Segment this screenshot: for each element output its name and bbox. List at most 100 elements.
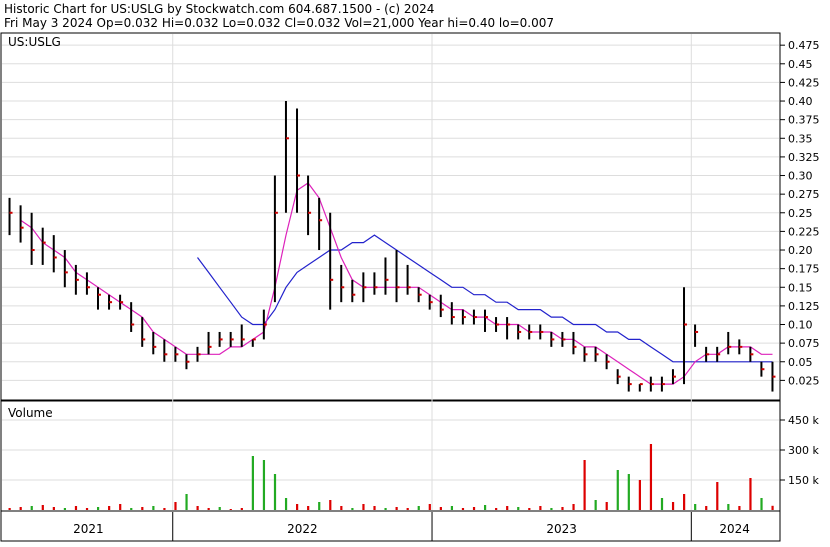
volume-bar bbox=[395, 507, 398, 510]
volume-bar bbox=[163, 508, 166, 510]
volume-bar bbox=[749, 478, 752, 510]
volume-bar bbox=[550, 508, 553, 510]
time-axis bbox=[0, 510, 781, 542]
volume-bar bbox=[561, 507, 564, 510]
volume-bar bbox=[694, 504, 697, 510]
volume-bar bbox=[41, 505, 44, 510]
volume-bar bbox=[450, 506, 454, 510]
price-tick-label: 0.325 bbox=[788, 151, 820, 164]
price-tick-label: 0.475 bbox=[788, 39, 820, 52]
volume-bar bbox=[229, 509, 232, 510]
price-tick-label: 0.05 bbox=[788, 356, 813, 369]
price-tick-label: 0.30 bbox=[788, 170, 813, 183]
volume-bar bbox=[119, 504, 122, 510]
volume-bar bbox=[362, 504, 365, 510]
volume-bar bbox=[472, 507, 476, 510]
price-tick-label: 0.40 bbox=[788, 95, 813, 108]
volume-bar bbox=[351, 508, 354, 510]
stock-chart: Historic Chart for US:USLG by Stockwatch… bbox=[0, 0, 830, 543]
price-tick-label: 0.10 bbox=[788, 319, 813, 332]
volume-bar bbox=[340, 506, 343, 510]
volume-bar bbox=[329, 500, 332, 510]
volume-bar bbox=[572, 504, 575, 510]
volume-bar bbox=[262, 460, 266, 510]
volume-bar bbox=[605, 502, 608, 510]
volume-bar bbox=[207, 508, 210, 510]
volume-bar bbox=[373, 506, 376, 510]
volume-bar bbox=[428, 504, 431, 510]
price-tick-label: 0.075 bbox=[788, 337, 820, 350]
y-axis: 0.475 0.45 0.425 0.40 0.375 0.35 0.325 0.30 0.27… bbox=[780, 39, 820, 487]
volume-bar bbox=[738, 506, 741, 510]
volume-bar bbox=[318, 502, 321, 510]
volume-bar bbox=[705, 506, 708, 510]
volume-bar bbox=[671, 502, 675, 510]
price-panel-label: US:USLG bbox=[8, 35, 61, 49]
price-tick-label: 0.15 bbox=[788, 281, 813, 294]
volume-bar bbox=[240, 508, 243, 510]
volume-bar bbox=[406, 508, 409, 510]
volume-bar bbox=[30, 506, 33, 510]
volume-tick-label: 150 k bbox=[788, 474, 819, 487]
price-panel bbox=[0, 32, 781, 401]
volume-bar bbox=[307, 506, 310, 510]
volume-bar bbox=[483, 505, 487, 510]
volume-bar bbox=[384, 508, 387, 510]
volume-bar bbox=[8, 508, 11, 510]
volume-bar bbox=[760, 498, 763, 510]
volume-bar bbox=[108, 506, 111, 510]
volume-bar bbox=[594, 500, 597, 510]
price-tick-label: 0.20 bbox=[788, 244, 813, 257]
volume-panel-label: Volume bbox=[8, 406, 53, 420]
volume-bar bbox=[506, 506, 509, 510]
volume-bar bbox=[251, 456, 254, 510]
volume-bar bbox=[627, 474, 630, 510]
volume-tick-label: 450 k bbox=[788, 414, 819, 427]
price-tick-label: 0.275 bbox=[788, 188, 820, 201]
price-tick-label: 0.125 bbox=[788, 300, 820, 313]
chart-header-line2: Fri May 3 2024 Op=0.032 Hi=0.032 Lo=0.03… bbox=[4, 16, 554, 30]
price-tick-label: 0.225 bbox=[788, 225, 820, 238]
year-label: 2024 bbox=[719, 522, 750, 536]
volume-bar bbox=[218, 507, 221, 510]
volume-bar bbox=[284, 498, 288, 510]
volume-tick-label: 300 k bbox=[788, 444, 819, 457]
volume-panel bbox=[0, 400, 781, 512]
volume-bar bbox=[85, 508, 89, 510]
volume-bar bbox=[63, 508, 67, 510]
price-tick-label: 0.025 bbox=[788, 374, 820, 387]
year-label: 2022 bbox=[287, 522, 318, 536]
volume-bar bbox=[528, 508, 531, 510]
volume-bar bbox=[616, 470, 619, 510]
volume-bar bbox=[174, 502, 177, 510]
volume-bar bbox=[660, 498, 664, 510]
volume-bar bbox=[74, 506, 78, 510]
volume-bar bbox=[439, 507, 442, 510]
volume-bar bbox=[539, 506, 542, 510]
volume-bar bbox=[141, 507, 144, 510]
volume-bar bbox=[296, 504, 299, 510]
volume-bar bbox=[52, 507, 55, 510]
price-tick-label: 0.35 bbox=[788, 132, 813, 145]
volume-bar bbox=[96, 507, 100, 510]
volume-bar bbox=[417, 506, 420, 510]
volume-bar bbox=[273, 474, 277, 510]
price-tick-label: 0.45 bbox=[788, 58, 813, 71]
volume-bar bbox=[727, 504, 730, 510]
volume-bar bbox=[583, 460, 586, 510]
price-tick-label: 0.175 bbox=[788, 263, 820, 276]
volume-bar bbox=[495, 508, 498, 510]
year-label: 2021 bbox=[73, 522, 104, 536]
price-tick-label: 0.375 bbox=[788, 114, 820, 127]
chart-canvas: Historic Chart for US:USLG by Stockwatch… bbox=[0, 2, 820, 542]
volume-bar bbox=[638, 480, 641, 510]
volume-bar bbox=[649, 444, 653, 510]
volume-bar bbox=[517, 507, 520, 510]
volume-bar bbox=[19, 507, 22, 510]
volume-bar bbox=[771, 505, 774, 510]
volume-bar bbox=[716, 482, 719, 510]
price-tick-label: 0.425 bbox=[788, 76, 820, 89]
volume-bar bbox=[461, 508, 465, 510]
volume-bar bbox=[196, 506, 199, 510]
volume-bar bbox=[130, 508, 133, 510]
